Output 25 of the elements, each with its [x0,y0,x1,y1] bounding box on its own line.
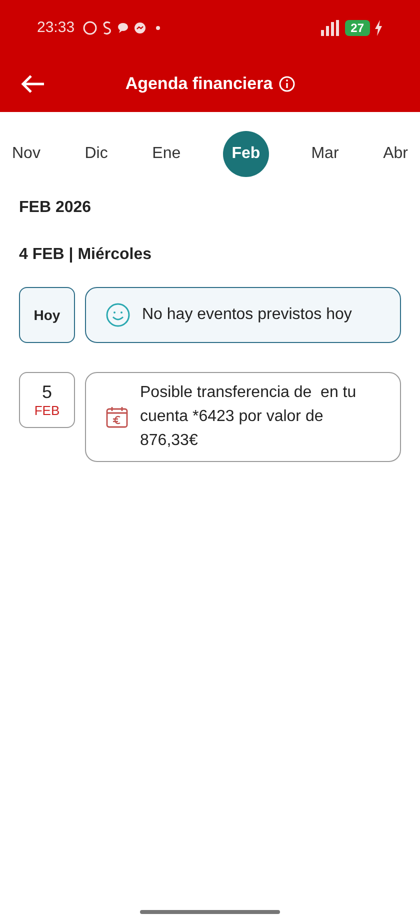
event-text: Posible transferencia de en tu cuenta *6423 por valor de 876,33€ [140,383,358,451]
month-tab[interactable]: Mar [309,131,341,177]
battery-indicator: 27 [344,20,370,36]
month-tab[interactable]: Nov [10,131,42,177]
screen-title: Agenda financiera [125,73,273,96]
info-icon[interactable] [278,76,295,92]
event-text: No hay eventos previstos hoy [142,305,352,325]
today-date-badge: Hoy [19,287,75,343]
month-tab[interactable]: Dic [82,131,110,177]
calendar-euro-icon [106,406,128,428]
messenger-icon [134,22,146,34]
month-heading: FEB 2026 [18,198,92,218]
s-letter-icon [102,21,112,35]
status-time: 23:33 [37,18,75,38]
month-tab[interactable]: Ene [150,131,183,177]
day-number: 5 [42,381,52,403]
message-icon [116,22,129,34]
month-tab[interactable]: Feb [222,131,269,177]
charging-icon [374,20,383,36]
event-card[interactable]: No hay eventos previstos hoy [85,287,401,343]
month-label: FEB [34,403,60,419]
day-heading: 4 FEB | Miércoles [18,245,153,265]
smiley-icon [106,303,130,327]
month-tab[interactable]: Abr [381,131,410,177]
event-card[interactable]: Posible transferencia de en tu cuenta *6423 por valor de 876,33€ [85,372,401,462]
